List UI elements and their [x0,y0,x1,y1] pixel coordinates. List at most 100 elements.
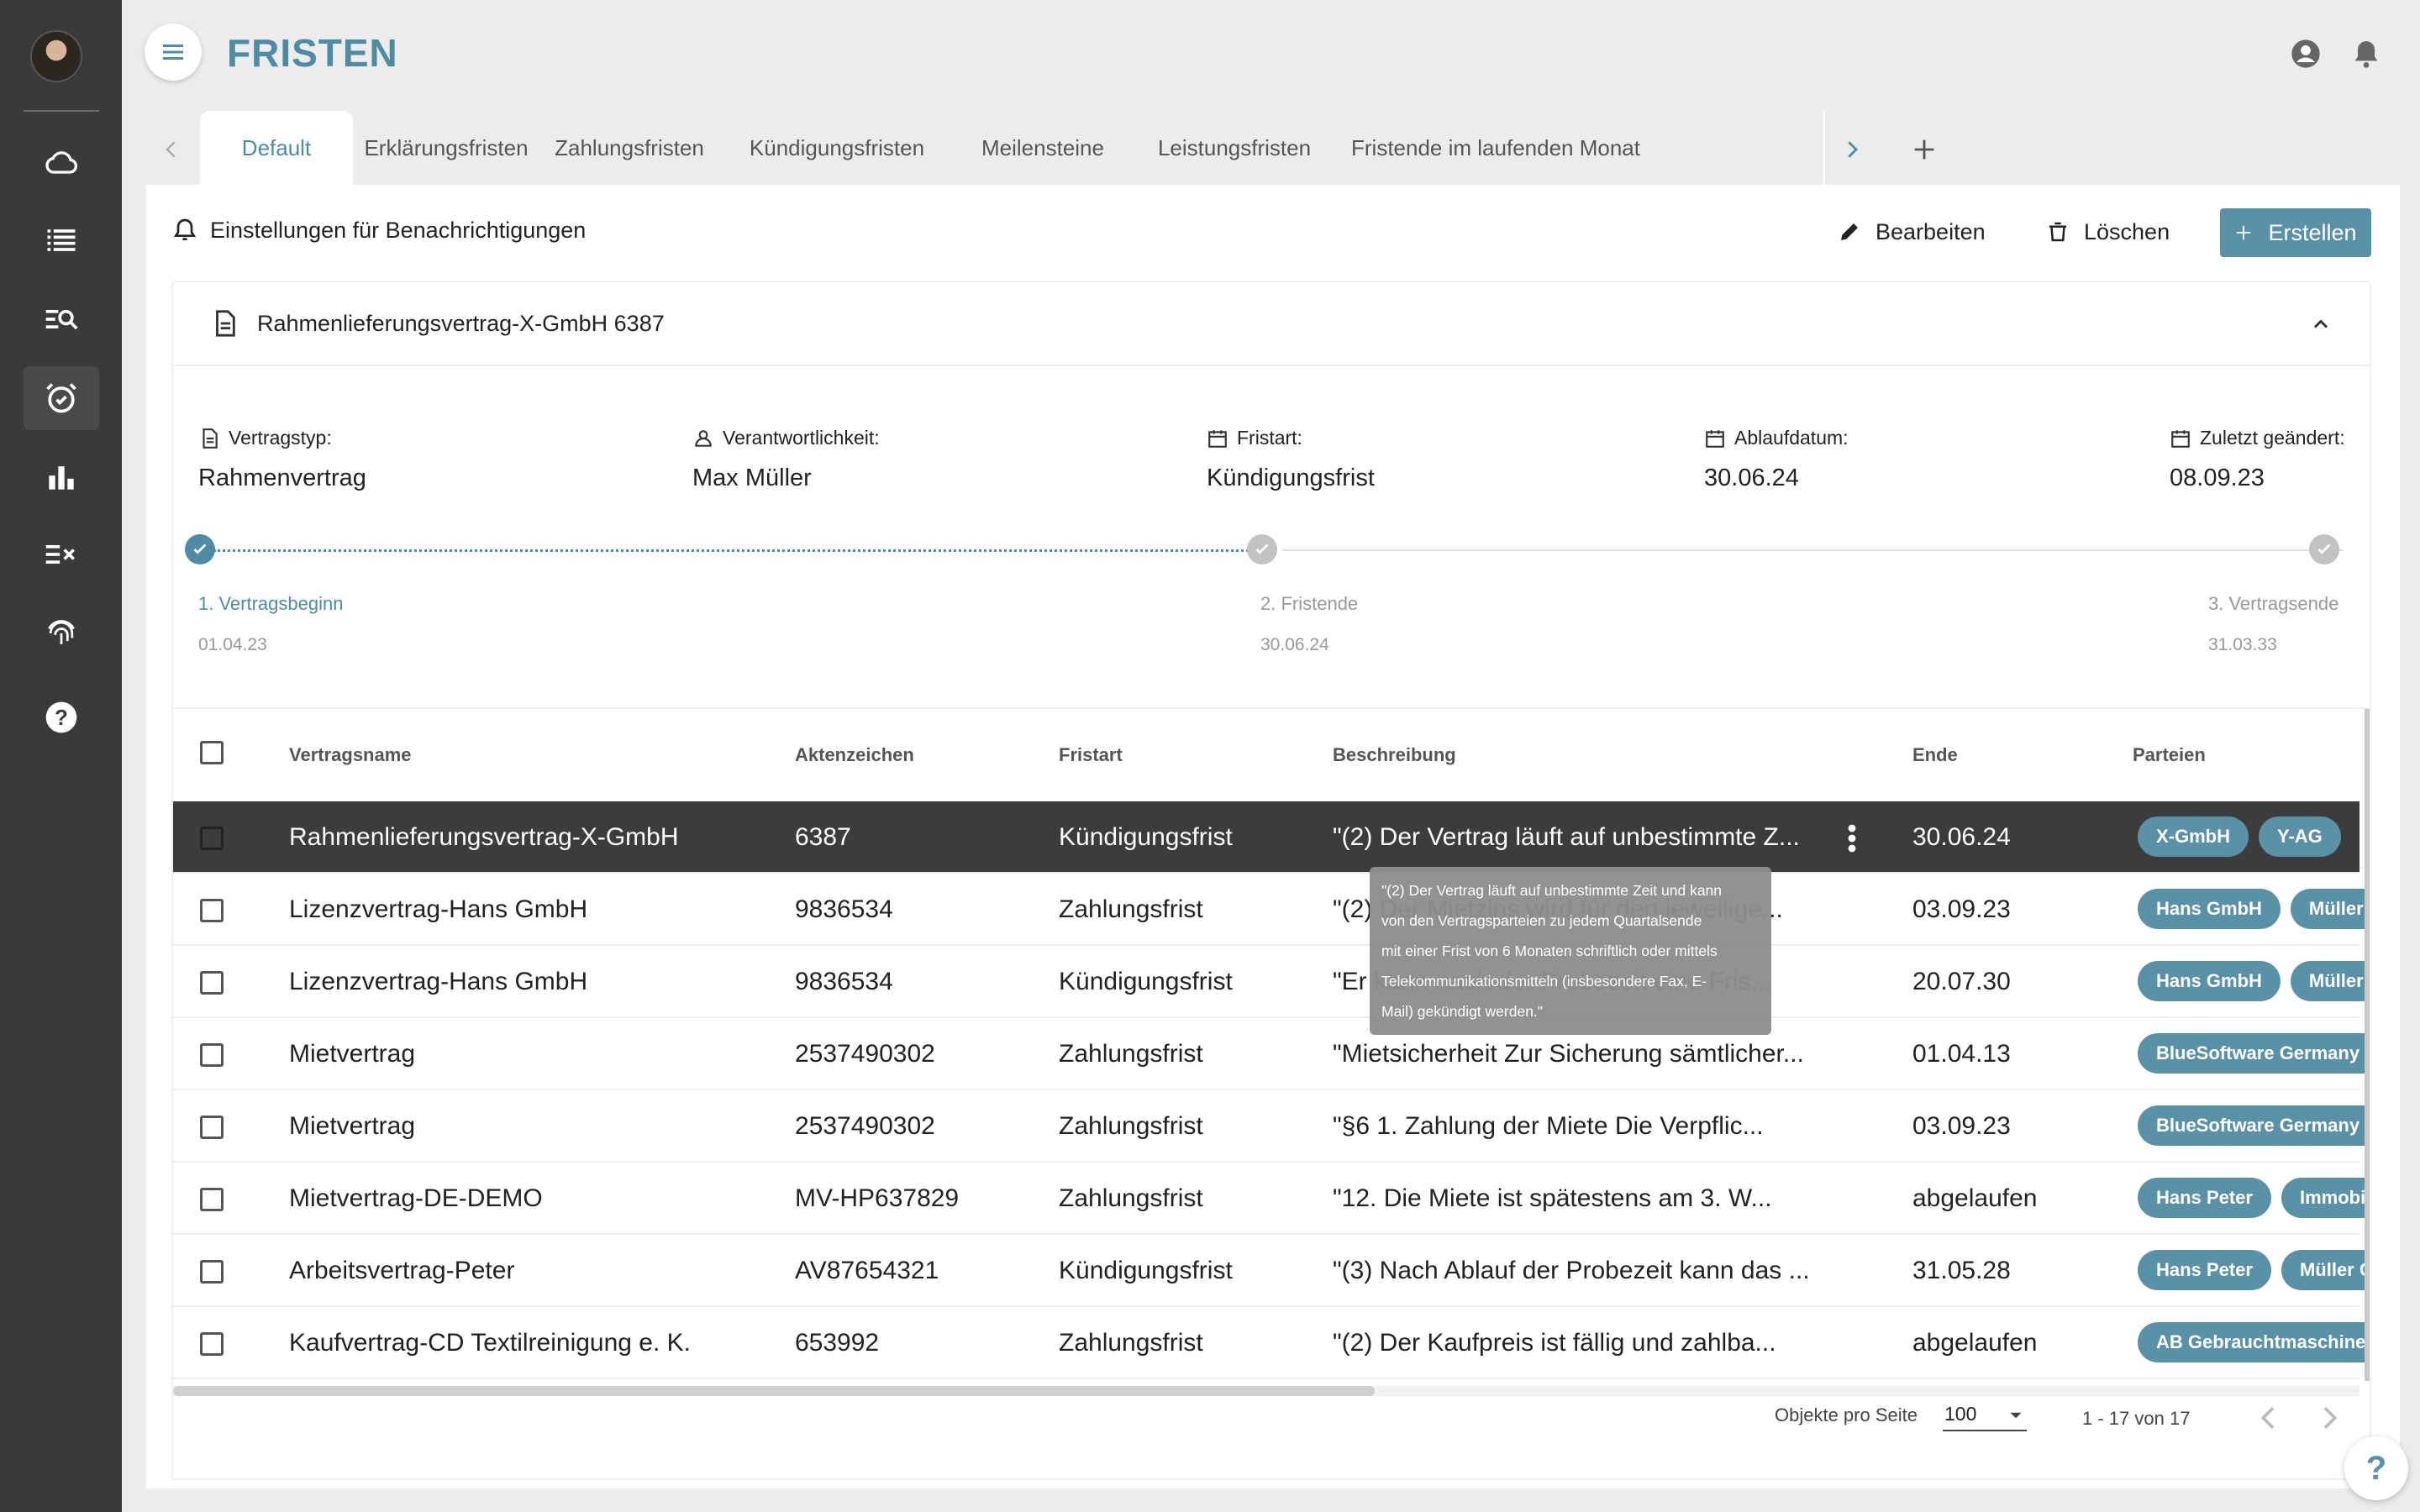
vertical-scrollbar[interactable] [2365,709,2370,1381]
party-chip[interactable]: AB Gebrauchtmaschinen [2138,1322,2370,1362]
menu-button[interactable] [145,24,202,81]
table-row[interactable]: Lizenzvertrag-Hans GmbH 9836534 Zahlungsfr… [173,874,2370,946]
field-value: 08.09.23 [2170,465,2265,491]
check-icon [2317,543,2331,554]
horizontal-scrollbar[interactable] [173,1386,1375,1396]
tab-erklaerungsfristen[interactable]: Erklärungsfristen [353,111,539,185]
account-icon[interactable] [2289,37,2323,71]
notification-settings-button[interactable]: Einstellungen für Benachrichtigungen [171,217,586,244]
row-checkbox[interactable] [200,1116,224,1139]
tab-scroll-right-button[interactable] [1827,124,1877,175]
tab-kuendigungsfristen[interactable]: Kündigungsfristen [719,111,955,185]
cell-end: 20.07.30 [1912,968,2011,995]
party-chip[interactable]: Immobili [2281,1178,2370,1218]
party-chip[interactable]: X-GmbH [2138,816,2249,857]
party-chips: X-GmbH Y-AG [2138,816,2341,857]
header-deadline-type[interactable]: Fristart [1059,744,1123,766]
sidebar-item-deadlines[interactable] [24,366,99,430]
cell-contract-name: Lizenzvertrag-Hans GmbH [289,895,588,923]
trash-icon [2049,222,2066,242]
party-chip[interactable]: Y-AG [2259,816,2341,857]
row-checkbox[interactable] [200,1332,224,1356]
header-description[interactable]: Beschreibung [1333,744,1456,766]
tab-zahlungsfristen[interactable]: Zahlungsfristen [539,111,719,185]
party-chip[interactable]: Müller G [2290,961,2370,1001]
sidebar-item-search-list[interactable] [24,287,99,351]
header-file-number[interactable]: Aktenzeichen [795,744,914,766]
contract-timeline: 1. Vertragsbeginn 01.04.23 2. Fristende … [173,517,2370,685]
cell-file-number: MV-HP637829 [795,1184,960,1212]
tab-label: Meilensteine [981,134,1104,160]
sidebar-item-tasks[interactable] [24,522,99,586]
previous-page-button[interactable] [2252,1401,2286,1435]
table-row[interactable]: Arbeitsvertrag-Peter AV87654321 Kündigungs… [173,1235,2370,1307]
sidebar-item-cloud[interactable] [24,131,99,195]
tooltip-line: Mail) gekündigt werden." [1381,1003,1544,1020]
header-parties[interactable]: Parteien [2133,744,2206,766]
header-end[interactable]: Ende [1912,744,1958,766]
list-icon [47,229,76,251]
timeline-step-deadline [1247,534,1277,564]
detail-panel-header[interactable]: Rahmenlieferungsvertrag-X-GmbH 6387 [173,282,2370,366]
party-chip[interactable]: Hans GmbH [2138,889,2281,929]
table-row[interactable]: Rahmenlieferungsvertrag-X-GmbH 6387 Kündig… [173,801,2360,874]
more-vert-icon[interactable] [1845,822,1859,855]
row-checkbox[interactable] [200,971,224,995]
select-all-checkbox[interactable] [200,741,224,764]
field-contract-type: Vertragstyp: Rahmenvertrag [198,427,366,492]
row-checkbox[interactable] [200,1188,224,1211]
row-checkbox[interactable] [200,1043,224,1067]
sidebar-item-list[interactable] [24,208,99,272]
tooltip-line: "(2) Der Vertrag läuft auf unbestimmte Z… [1381,882,1723,899]
party-chip[interactable]: BlueSoftware Germany G [2138,1033,2370,1074]
cell-contract-name: Rahmenlieferungsvertrag-X-GmbH [289,823,679,851]
table-row[interactable]: Kaufvertrag-CD Textilreinigung e. K. 6539… [173,1307,2370,1379]
cell-file-number: 2537490302 [795,1112,935,1140]
party-chip[interactable]: BlueSoftware Germany G [2138,1105,2370,1146]
next-page-button[interactable] [2312,1401,2346,1435]
sidebar-item-help[interactable]: ? [24,685,99,749]
tab-default[interactable]: Default [200,111,353,185]
edit-label: Bearbeiten [1876,218,1986,244]
cell-file-number: 6387 [795,823,851,851]
tab-fristende-laufender-monat[interactable]: Fristende im laufenden Monat [1338,111,1654,185]
party-chip[interactable]: Müller Gi [2281,1250,2370,1290]
row-checkbox[interactable] [200,827,224,850]
header-contract-name[interactable]: Vertragsname [289,744,412,766]
page-range: 1 - 17 von 17 [2082,1408,2191,1429]
party-chip[interactable]: Hans GmbH [2138,961,2281,1001]
row-checkbox[interactable] [200,1260,224,1284]
dropdown-arrow-icon [2010,1412,2022,1419]
tab-scroll-left-button[interactable] [146,124,197,175]
delete-button[interactable]: Löschen [2045,208,2170,255]
edit-button[interactable]: Bearbeiten [1837,208,1986,255]
add-tab-button[interactable] [1899,124,1949,175]
table-row[interactable]: Mietvertrag 2537490302 Zahlungsfrist "§6 1.… [173,1090,2370,1163]
party-chip[interactable]: Hans Peter [2138,1250,2271,1290]
party-chip[interactable]: Hans Peter [2138,1178,2271,1218]
bell-icon[interactable] [2349,37,2383,71]
row-checkbox[interactable] [200,899,224,922]
sidebar-item-fingerprint[interactable] [24,601,99,665]
table-row[interactable]: Mietvertrag 2537490302 Zahlungsfrist "Miets… [173,1018,2370,1090]
help-fab-button[interactable]: ? [2344,1436,2408,1500]
per-page-select[interactable]: 100 [1943,1398,2027,1431]
sidebar-item-reports[interactable] [24,445,99,509]
tab-meilensteine[interactable]: Meilensteine [955,111,1131,185]
chevron-up-icon[interactable] [2309,312,2333,336]
user-avatar[interactable] [30,30,82,82]
party-chip[interactable]: Müller G [2290,889,2370,929]
tab-divider [1823,111,1825,185]
table-row[interactable]: Mietvertrag-DE-DEMO MV-HP637829 Zahlungsfr… [173,1163,2370,1235]
create-button[interactable]: Erstellen [2220,208,2371,257]
per-page-label: Objekte pro Seite [1775,1404,1918,1425]
field-expiry: Ablaufdatum: 30.06.24 [1704,427,1849,492]
field-label: Verantwortlichkeit: [723,427,880,449]
timeline-progress-line [213,549,1249,552]
field-label: Vertragstyp: [229,427,332,449]
table-row[interactable]: Lizenzvertrag-Hans GmbH 9836534 Kündigungs… [173,946,2370,1018]
tab-leistungsfristen[interactable]: Leistungsfristen [1131,111,1338,185]
cell-contract-name: Arbeitsvertrag-Peter [289,1257,515,1284]
description-tooltip: "(2) Der Vertrag läuft auf unbestimmte Z… [1370,867,1771,1035]
document-icon [216,310,235,337]
